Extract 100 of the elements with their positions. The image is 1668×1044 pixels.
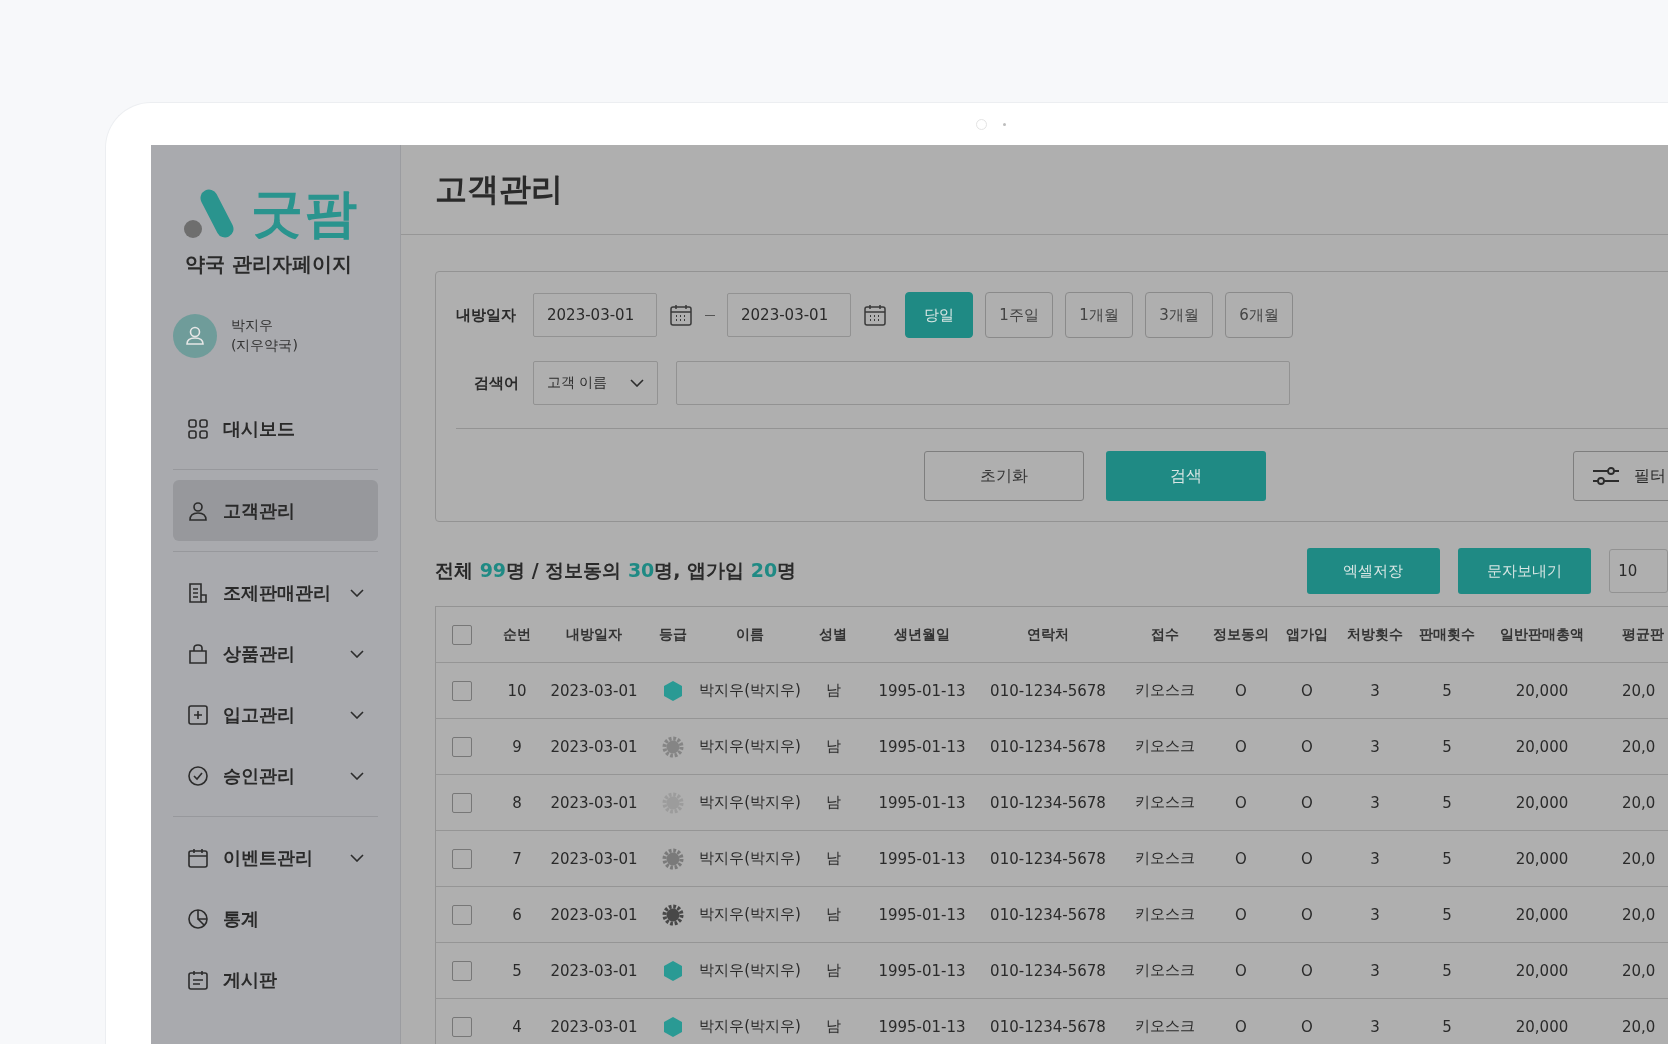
search-button[interactable]: 검색 [1106,451,1266,501]
channel-cell-text: 키오스크 [1134,681,1196,700]
rx-cell-text: 3 [1369,793,1381,812]
search-type-select[interactable]: 고객 이름 [533,361,658,405]
app-cell-text: O [1300,737,1314,756]
range-dash [705,314,715,316]
column-header: 처방횟수 [1346,625,1404,644]
channel-cell-text: 키오스크 [1134,1017,1196,1036]
app-cell-text: O [1300,793,1314,812]
column-header: 평균판 [1621,625,1665,644]
total-cell-text: 20,000 [1514,1017,1570,1036]
phone-cell-text: 010-1234-5678 [989,681,1107,700]
app-cell-text: O [1300,905,1314,924]
grid-icon [187,417,209,440]
chevron-down-icon [350,771,364,780]
period-button[interactable]: 1개월 [1065,292,1133,338]
rx-cell-text: 3 [1369,737,1381,756]
date-cell-text: 2023-03-01 [549,905,639,924]
sales-cell-text: 5 [1441,1017,1453,1036]
calendar-icon[interactable] [863,303,887,327]
checkbox[interactable] [452,904,472,925]
menu-item[interactable]: 입고관리 [173,684,378,745]
checkbox[interactable] [452,736,472,757]
consent-cell-text: O [1234,1017,1248,1036]
rx-cell-text: 3 [1369,961,1381,980]
checkbox[interactable] [452,960,472,981]
birth-cell-text: 1995-01-13 [877,905,967,924]
total-cell-text: 20,000 [1514,905,1570,924]
gender-cell-text: 남 [824,793,842,812]
checkbox[interactable] [452,848,472,869]
date-label: 내방일자 [456,305,517,325]
check-circle-icon [187,764,209,787]
date-cell-text: 2023-03-01 [549,1017,639,1036]
total-cell-text: 20,000 [1514,737,1570,756]
average-cell-text: 20,0 [1621,1017,1657,1036]
menu-item[interactable]: 고객관리 [173,480,378,541]
menu-item[interactable]: 승인관리 [173,745,378,806]
app-cell-text: O [1300,1017,1314,1036]
board-icon [187,968,209,991]
action-button[interactable]: 문자보내기 [1457,548,1592,594]
menu-item[interactable]: 이벤트관리 [173,827,378,888]
rx-cell-text: 3 [1369,681,1381,700]
menu-item[interactable]: 통계 [173,888,378,949]
menu-item[interactable]: 조제판매관리 [173,562,378,623]
search-label: 검색어 [473,373,519,393]
no-cell-text: 6 [511,905,523,924]
phone-cell-text: 010-1234-5678 [989,961,1107,980]
date-field[interactable]: 2023-03-01 [727,293,851,337]
column-header: 생년월일 [893,625,951,644]
column-header: 판매횟수 [1418,625,1476,644]
column-header: 정보동의 [1212,625,1270,644]
checkbox[interactable] [452,680,472,701]
average-cell-text: 20,0 [1621,961,1657,980]
chevron-down-icon [350,649,364,658]
filter-button[interactable]: 필터 [1573,451,1668,501]
phone-cell-text: 010-1234-5678 [989,737,1107,756]
app-cell-text: O [1300,849,1314,868]
app-cell-text: O [1300,961,1314,980]
search-field[interactable] [676,361,1290,405]
sales-cell-text: 5 [1441,961,1453,980]
period-button[interactable]: 1주일 [985,292,1053,338]
no-cell-text: 7 [511,849,523,868]
gender-cell-text: 남 [824,737,842,756]
date-cell-text: 2023-03-01 [549,737,639,756]
avatar-icon [173,314,217,358]
chevron-down-icon [350,853,364,862]
calendar-icon[interactable] [669,303,693,327]
period-button[interactable]: 당일 [905,292,973,338]
consent-cell-text: O [1234,961,1248,980]
page-title: 고객관리 [435,168,563,210]
checkbox[interactable] [452,792,472,813]
bag-icon [187,642,209,665]
total-cell-text: 20,000 [1514,681,1570,700]
page-size-select[interactable]: 10 [1609,549,1668,593]
period-button[interactable]: 3개월 [1145,292,1213,338]
camera-sensor [1003,122,1006,126]
phone-cell-text: 010-1234-5678 [989,905,1107,924]
receipt-icon [187,581,209,604]
period-button[interactable]: 6개월 [1225,292,1293,338]
sales-cell-text: 5 [1441,905,1453,924]
no-cell-text: 4 [511,1017,523,1036]
checkbox[interactable] [452,1016,472,1037]
birth-cell-text: 1995-01-13 [877,849,967,868]
action-button[interactable]: 엑셀저장 [1306,548,1440,594]
chevron-down-icon [350,588,364,597]
date-field[interactable]: 2023-03-01 [533,293,657,337]
consent-cell-text: O [1234,849,1248,868]
menu-item[interactable]: 게시판 [173,949,378,1010]
menu-item[interactable]: 대시보드 [173,398,378,459]
app-cell-text: O [1300,681,1314,700]
calendar-icon [187,846,209,869]
rx-cell-text: 3 [1369,849,1381,868]
no-cell-text: 5 [511,961,523,980]
birth-cell-text: 1995-01-13 [877,961,967,980]
birth-cell-text: 1995-01-13 [877,793,967,812]
column-header: 순번 [502,625,532,644]
gender-cell-text: 남 [824,905,842,924]
menu-item[interactable]: 상품관리 [173,623,378,684]
checkbox[interactable] [452,624,472,645]
reset-button[interactable]: 초기화 [924,451,1084,501]
